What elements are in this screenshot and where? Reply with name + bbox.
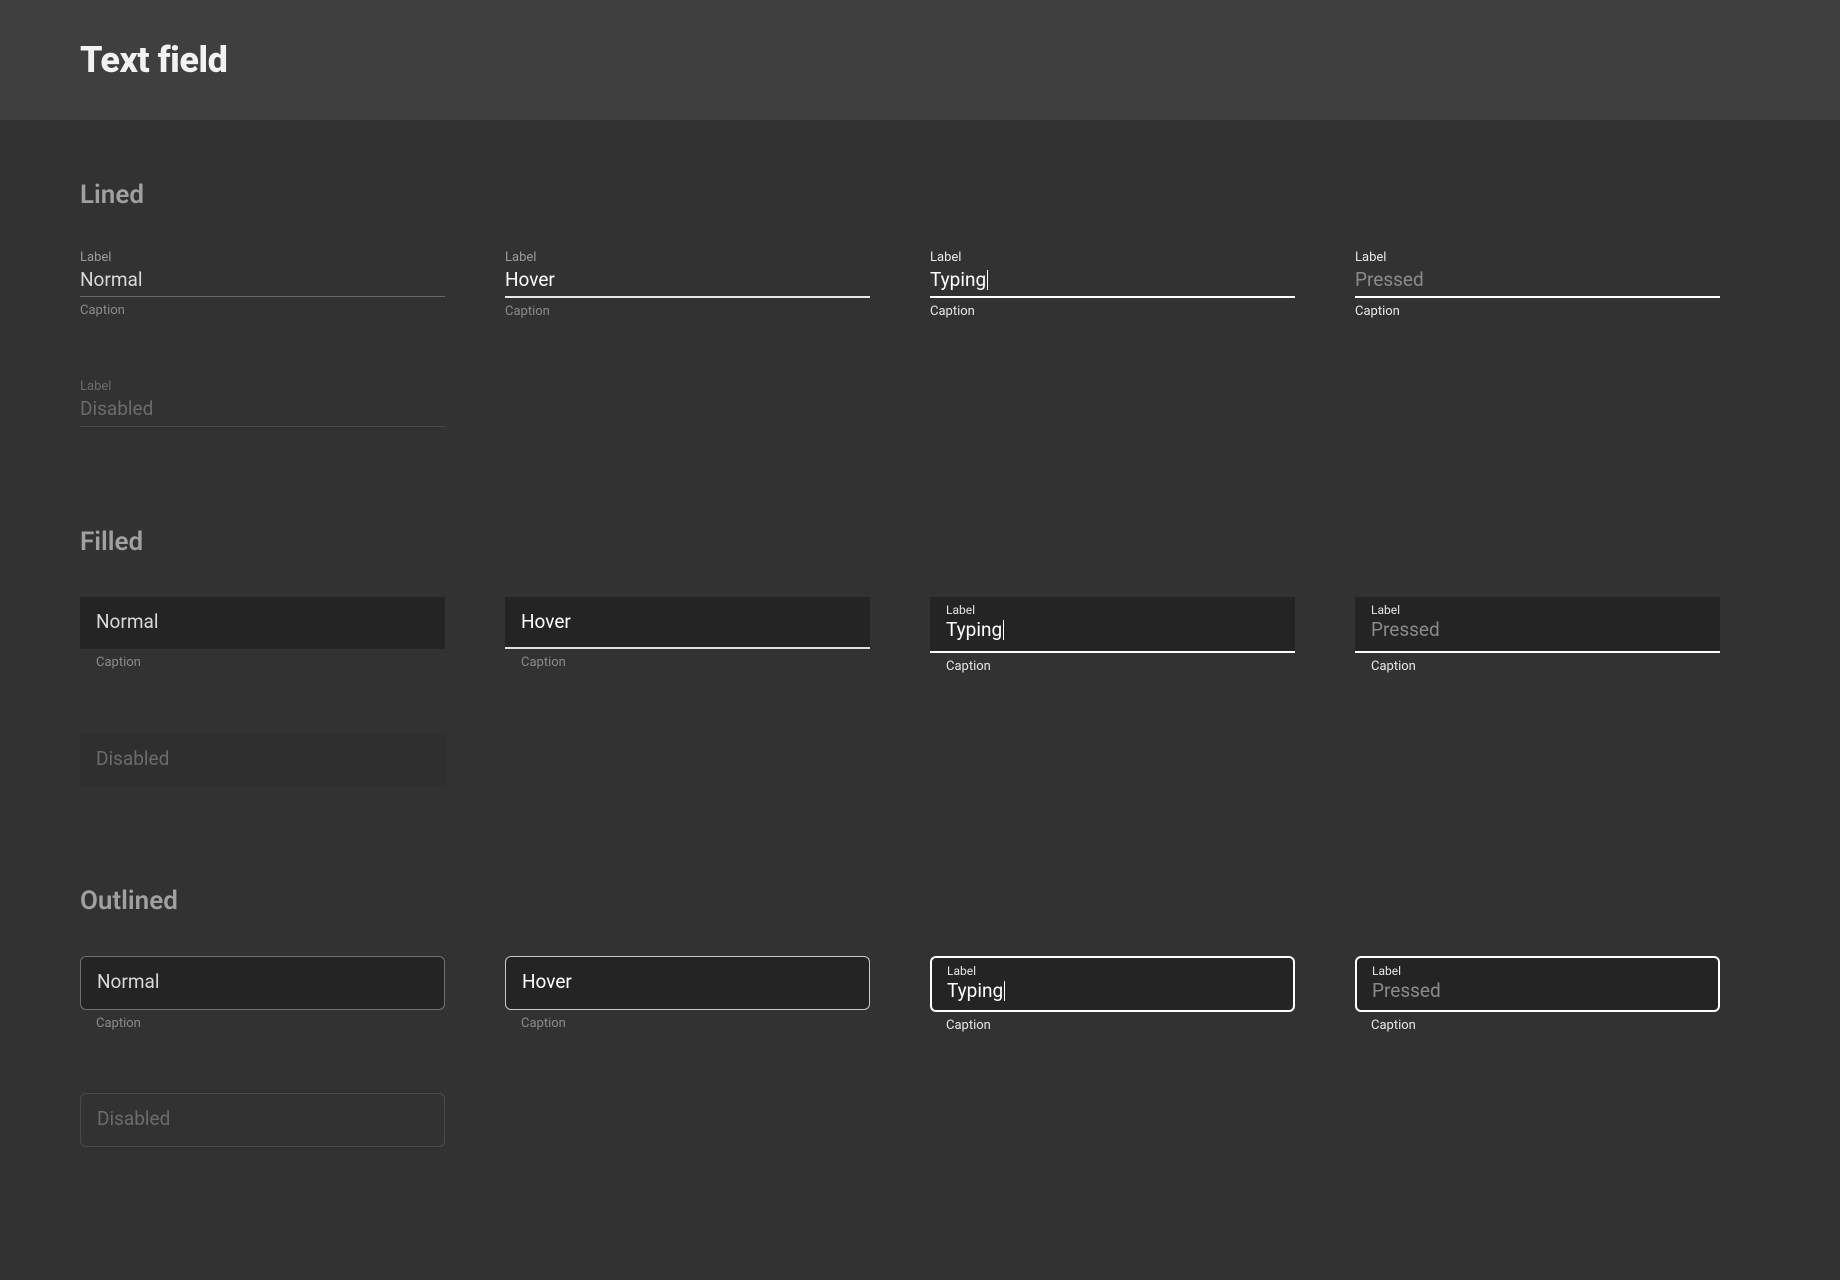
text-cursor-icon	[1004, 981, 1005, 1001]
field-caption: Caption	[505, 304, 870, 319]
field-caption: Caption	[946, 1018, 1295, 1033]
lined-field-hover[interactable]: Label Hover Caption	[505, 250, 870, 319]
field-label: Label	[1355, 250, 1720, 266]
filled-field-disabled: Disabled	[80, 734, 445, 786]
content: Lined Label Normal Caption Label Hover C…	[0, 120, 1840, 1247]
field-caption: Caption	[521, 1016, 870, 1031]
field-value: Normal	[97, 970, 428, 995]
lined-field-pressed[interactable]: Label Pressed Caption	[1355, 250, 1720, 319]
field-label: Label	[1371, 603, 1704, 617]
outlined-field-typing[interactable]: Label Typing Caption	[930, 956, 1295, 1033]
field-placeholder: Pressed	[1372, 979, 1703, 1004]
lined-row-2: Label Disabled	[80, 379, 1760, 426]
field-caption: Caption	[930, 304, 1295, 319]
field-value: Disabled	[80, 397, 445, 422]
field-value: Normal	[80, 268, 445, 293]
filled-row-1: Normal Caption Hover Caption Label Typin…	[80, 597, 1760, 674]
outlined-row-2: Disabled	[80, 1093, 1760, 1147]
outlined-field-normal[interactable]: Normal Caption	[80, 956, 445, 1033]
outlined-row-1: Normal Caption Hover Caption Label Typin…	[80, 956, 1760, 1033]
field-label: Label	[80, 379, 445, 395]
filled-field-normal[interactable]: Normal Caption	[80, 597, 445, 674]
field-placeholder: Pressed	[1355, 268, 1720, 293]
lined-field-normal[interactable]: Label Normal Caption	[80, 250, 445, 319]
outlined-field-disabled: Disabled	[80, 1093, 445, 1147]
field-caption: Caption	[96, 655, 445, 670]
field-value: Normal	[96, 610, 429, 635]
page-title: Text field	[80, 39, 227, 81]
field-value: Hover	[521, 610, 854, 635]
field-label: Label	[80, 250, 445, 266]
field-label: Label	[505, 250, 870, 266]
filled-field-pressed[interactable]: Label Pressed Caption	[1355, 597, 1720, 674]
lined-field-disabled: Label Disabled	[80, 379, 445, 426]
field-label: Label	[947, 964, 1278, 978]
filled-row-2: Disabled	[80, 734, 1760, 786]
lined-field-typing[interactable]: Label Typing Caption	[930, 250, 1295, 319]
field-caption: Caption	[80, 303, 445, 318]
filled-field-hover[interactable]: Hover Caption	[505, 597, 870, 674]
field-caption: Caption	[521, 655, 870, 670]
field-value: Typing	[930, 268, 1295, 293]
outlined-field-hover[interactable]: Hover Caption	[505, 956, 870, 1033]
section-title-lined: Lined	[80, 180, 1760, 210]
field-value: Typing	[946, 618, 1279, 643]
filled-field-typing[interactable]: Label Typing Caption	[930, 597, 1295, 674]
section-title-filled: Filled	[80, 527, 1760, 557]
field-caption: Caption	[1371, 659, 1720, 674]
field-caption: Caption	[1355, 304, 1720, 319]
field-label: Label	[930, 250, 1295, 266]
field-caption: Caption	[96, 1016, 445, 1031]
outlined-field-pressed[interactable]: Label Pressed Caption	[1355, 956, 1720, 1033]
text-cursor-icon	[1003, 620, 1004, 640]
field-caption: Caption	[946, 659, 1295, 674]
field-label: Label	[1372, 964, 1703, 978]
field-placeholder: Pressed	[1371, 618, 1704, 643]
field-value: Disabled	[97, 1107, 428, 1132]
field-label: Label	[946, 603, 1279, 617]
field-caption: Caption	[1371, 1018, 1720, 1033]
field-value: Typing	[947, 979, 1278, 1004]
lined-row-1: Label Normal Caption Label Hover Caption…	[80, 250, 1760, 319]
field-value: Hover	[522, 970, 853, 995]
section-title-outlined: Outlined	[80, 886, 1760, 916]
field-value: Hover	[505, 268, 870, 293]
text-cursor-icon	[987, 270, 988, 290]
field-value: Disabled	[96, 747, 429, 772]
page-header: Text field	[0, 0, 1840, 120]
